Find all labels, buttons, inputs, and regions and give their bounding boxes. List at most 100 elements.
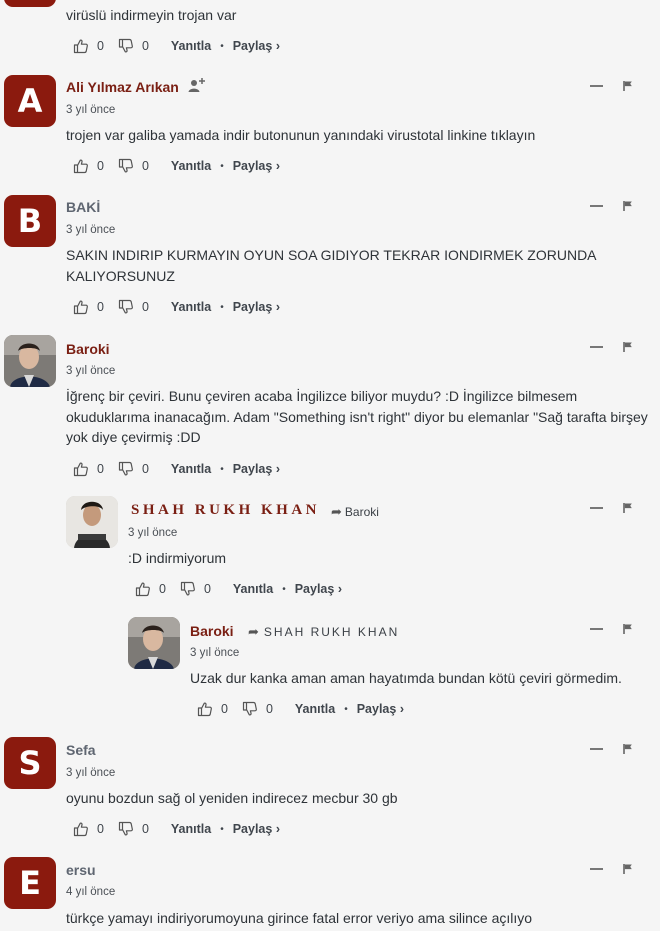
separator-dot: • xyxy=(220,463,224,475)
collapse-button[interactable] xyxy=(590,346,603,348)
downvote-button[interactable]: 0 xyxy=(180,581,211,597)
comment-controls xyxy=(590,863,634,875)
reply-arrow-icon: ➦ xyxy=(331,504,342,519)
comment-timestamp[interactable]: 3 yıl önce xyxy=(66,224,115,236)
reply-button[interactable]: Yanıtla xyxy=(171,822,211,836)
flag-icon[interactable] xyxy=(622,743,634,755)
flag-icon[interactable] xyxy=(622,80,634,92)
upvote-count: 0 xyxy=(159,582,166,596)
share-button[interactable]: Paylaş › xyxy=(233,462,280,476)
comment-controls xyxy=(590,341,634,353)
comment-body: trojen var galiba yamada indir butonunun… xyxy=(66,127,536,143)
downvote-count: 0 xyxy=(141,39,149,53)
reply-button[interactable]: Yanıtla xyxy=(295,702,335,716)
flag-icon[interactable] xyxy=(622,200,634,212)
reply-button[interactable]: Yanıtla xyxy=(171,159,211,173)
collapse-button[interactable] xyxy=(590,868,603,870)
reply-button[interactable]: Yanıtla xyxy=(233,582,273,596)
comment-author[interactable]: Baroki xyxy=(190,623,234,639)
comment-actions: 0 0 Yanıtla • Paylaş › xyxy=(197,701,404,717)
comment-actions: 0 0 Yanıtla • Paylaş › xyxy=(73,461,280,477)
comment-body: Uzak dur kanka aman aman hayatımda bunda… xyxy=(190,670,622,686)
downvote-button[interactable]: 0 xyxy=(118,299,149,315)
avatar[interactable] xyxy=(4,335,56,387)
avatar[interactable]: A xyxy=(4,75,56,127)
reply-button[interactable]: Yanıtla xyxy=(171,462,211,476)
collapse-button[interactable] xyxy=(590,507,603,509)
comment-author[interactable]: ersu xyxy=(66,862,96,878)
comment-timestamp[interactable]: 3 yıl önce xyxy=(128,527,177,539)
thumbs-down-icon xyxy=(242,701,258,717)
reply-to-user[interactable]: ➦ SHAH RUKH KHAN xyxy=(248,624,399,640)
comment-timestamp[interactable]: 3 yıl önce xyxy=(66,365,115,377)
upvote-button[interactable]: 0 xyxy=(135,581,166,597)
comment-actions: 0 0 Yanıtla • Paylaş › xyxy=(135,581,342,597)
comment-author[interactable]: Sefa xyxy=(66,742,96,758)
comment-timestamp[interactable]: 3 yıl önce xyxy=(190,647,239,659)
downvote-count: 0 xyxy=(141,159,149,173)
reply-button[interactable]: Yanıtla xyxy=(171,39,211,53)
thumbs-down-icon xyxy=(118,38,134,54)
share-button[interactable]: Paylaş › xyxy=(233,300,280,314)
reply-to-user[interactable]: ➦ Baroki xyxy=(331,504,379,520)
downvote-count: 0 xyxy=(265,702,273,716)
share-button[interactable]: Paylaş › xyxy=(295,582,342,596)
comment-body: türkçe yamayı indiriyorumoyuna girince f… xyxy=(66,910,533,926)
downvote-button[interactable]: 0 xyxy=(118,158,149,174)
comment-author[interactable]: BAKİ xyxy=(66,199,100,215)
comment-actions: 0 0 Yanıtla • Paylaş › xyxy=(73,158,280,174)
comment-body: :D indirmiyorum xyxy=(128,550,227,566)
thumbs-up-icon xyxy=(73,821,89,837)
upvote-button[interactable]: 0 xyxy=(197,701,228,717)
collapse-button[interactable] xyxy=(590,748,603,750)
upvote-count: 0 xyxy=(97,822,104,836)
downvote-button[interactable]: 0 xyxy=(118,821,149,837)
comment-author[interactable]: Baroki xyxy=(66,341,110,357)
comment-timestamp[interactable]: 3 yıl önce xyxy=(66,104,115,116)
downvote-button[interactable]: 0 xyxy=(242,701,273,717)
collapse-button[interactable] xyxy=(590,85,603,87)
comment-timestamp[interactable]: 4 yıl önce xyxy=(66,886,115,898)
avatar[interactable]: B xyxy=(4,195,56,247)
downvote-button[interactable]: 0 xyxy=(118,38,149,54)
share-button[interactable]: Paylaş › xyxy=(233,822,280,836)
share-button[interactable]: Paylaş › xyxy=(233,159,280,173)
reply-button[interactable]: Yanıtla xyxy=(171,300,211,314)
collapse-button[interactable] xyxy=(590,628,603,630)
upvote-button[interactable]: 0 xyxy=(73,158,104,174)
avatar[interactable] xyxy=(128,617,180,669)
share-button[interactable]: Paylaş › xyxy=(233,39,280,53)
comment-timestamp[interactable]: 3 yıl önce xyxy=(66,767,115,779)
thumbs-up-icon xyxy=(73,158,89,174)
upvote-button[interactable]: 0 xyxy=(73,821,104,837)
comment-author[interactable]: Ali Yılmaz Arıkan xyxy=(66,79,179,95)
flag-icon[interactable] xyxy=(622,502,634,514)
flag-icon[interactable] xyxy=(622,623,634,635)
upvote-button[interactable]: 0 xyxy=(73,299,104,315)
chevron-right-icon: › xyxy=(275,39,280,53)
comment-controls xyxy=(590,623,634,635)
avatar[interactable] xyxy=(4,0,56,7)
downvote-button[interactable]: 0 xyxy=(118,461,149,477)
avatar[interactable]: E xyxy=(4,857,56,909)
flag-icon[interactable] xyxy=(622,863,634,875)
upvote-count: 0 xyxy=(97,159,104,173)
upvote-button[interactable]: 0 xyxy=(73,38,104,54)
flag-icon[interactable] xyxy=(622,341,634,353)
thumbs-up-icon xyxy=(135,581,151,597)
share-button[interactable]: Paylaş › xyxy=(357,702,404,716)
chevron-right-icon: › xyxy=(275,462,280,476)
downvote-count: 0 xyxy=(203,582,211,596)
upvote-button[interactable]: 0 xyxy=(73,461,104,477)
follow-user-icon[interactable] xyxy=(188,77,206,93)
comment-body: İğrenç bir çeviri. Bunu çeviren acaba İn… xyxy=(66,388,648,445)
avatar[interactable]: S xyxy=(4,737,56,789)
chevron-right-icon: › xyxy=(399,702,404,716)
share-label: Paylaş xyxy=(232,39,273,53)
collapse-button[interactable] xyxy=(590,205,603,207)
comment-author[interactable]: SHAH RUKH KHAN xyxy=(131,502,320,519)
avatar[interactable] xyxy=(66,496,118,548)
comment-body: oyunu bozdun sağ ol yeniden indirecez me… xyxy=(66,790,398,806)
reply-to-name: Baroki xyxy=(344,505,379,519)
separator-dot: • xyxy=(220,40,224,52)
